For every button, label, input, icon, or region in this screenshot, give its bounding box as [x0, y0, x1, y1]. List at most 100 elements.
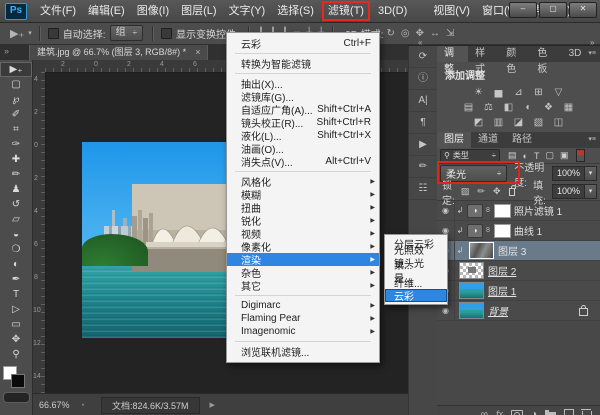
menu-image[interactable]: 图像(I) — [131, 1, 175, 21]
type-tool[interactable]: T — [0, 287, 32, 302]
menu-item-digimarc[interactable]: Digimarc▶ — [227, 299, 379, 312]
vibrance-icon[interactable]: ▽ — [552, 86, 566, 99]
curves-icon[interactable]: ⊿ — [512, 86, 526, 99]
tab-3d[interactable]: 3D — [562, 46, 589, 62]
hand-tool[interactable]: ✥ — [0, 332, 32, 347]
menu-item-other[interactable]: 其它▶ — [227, 279, 379, 292]
auto-select-checkbox[interactable] — [48, 28, 59, 39]
tab-paths[interactable]: 路径 — [505, 132, 539, 148]
layer-name[interactable]: 图层 2 — [488, 263, 516, 278]
3d-orbit-icon[interactable]: ↻ — [383, 28, 397, 39]
tool-presets-panel-icon[interactable]: ☷ — [409, 178, 437, 200]
panel-menu-icon[interactable]: ▾≡ — [588, 46, 600, 62]
layer-row-photo-filter[interactable]: ◉ ↲ ◑ 8 照片滤镜 1 — [437, 201, 600, 221]
auto-select-group-dropdown[interactable]: 组÷ — [110, 25, 143, 41]
layer-row-layer1[interactable]: ◉ 图层 1 — [437, 281, 600, 301]
layer-name[interactable]: 图层 1 — [488, 283, 516, 298]
layer-name[interactable]: 背景 — [488, 303, 508, 318]
path-selection-tool[interactable]: ▷ — [0, 302, 32, 317]
3d-pan-icon[interactable]: ✥ — [413, 28, 427, 39]
menu-item-flaming-pear[interactable]: Flaming Pear▶ — [227, 312, 379, 325]
blur-tool[interactable]: ❍ — [0, 242, 32, 257]
fill-field[interactable]: 100%▾ — [552, 184, 597, 199]
lock-transparent-pixels-icon[interactable]: ▨ — [461, 186, 470, 197]
tab-close-icon[interactable]: × — [195, 45, 200, 60]
menu-view[interactable]: 视图(V) — [427, 1, 476, 21]
color-balance-icon[interactable]: ⚖ — [482, 101, 496, 114]
layer-row-curves[interactable]: ◉ ↲ ◑ 8 曲线 1 — [437, 221, 600, 241]
threshold-icon[interactable]: ◪ — [512, 116, 526, 129]
layer-style-icon[interactable]: fx — [496, 407, 503, 415]
maximize-button[interactable]: ▢ — [539, 2, 567, 18]
3d-slide-icon[interactable]: ↔ — [427, 28, 443, 39]
channel-mixer-icon[interactable]: ❖ — [542, 101, 556, 114]
expand-dock-icon[interactable]: » — [590, 38, 594, 47]
background-color-swatch[interactable] — [11, 374, 25, 388]
layer-name[interactable]: 照片滤镜 1 — [514, 203, 562, 218]
menu-layer[interactable]: 图层(L) — [175, 1, 222, 21]
layer-name[interactable]: 曲线 1 — [514, 223, 542, 238]
menu-item-last-filter[interactable]: 云彩Ctrl+F — [227, 37, 379, 50]
black-white-icon[interactable]: ◧ — [502, 101, 516, 114]
pen-tool[interactable]: ✒ — [0, 272, 32, 287]
menu-item-browse-filters-online[interactable]: 浏览联机滤镜... — [227, 345, 379, 358]
3d-scale-icon[interactable]: ⇲ — [443, 28, 457, 39]
layer-thumbnail-photo[interactable] — [459, 302, 484, 319]
lock-image-pixels-icon[interactable]: ✏ — [477, 186, 485, 197]
history-brush-tool[interactable]: ↺ — [0, 197, 32, 212]
layer-mask-thumbnail[interactable] — [494, 204, 511, 218]
clone-stamp-tool[interactable]: ♟ — [0, 182, 32, 197]
gradient-map-icon[interactable]: ▧ — [532, 116, 546, 129]
menu-3d[interactable]: 3D(D) — [372, 1, 413, 21]
move-tool[interactable]: ▶₊ — [0, 62, 32, 77]
3d-roll-icon[interactable]: ◎ — [398, 28, 413, 39]
menu-file[interactable]: 文件(F) — [34, 1, 82, 21]
eyedropper-tool[interactable]: ✑ — [0, 137, 32, 152]
filter-type-dropdown[interactable]: ⚲类型÷ — [440, 149, 500, 163]
character-panel-icon[interactable]: A| — [409, 90, 437, 112]
submenu-item-clouds[interactable]: 云彩 — [385, 289, 447, 302]
levels-icon[interactable]: ▅ — [492, 86, 506, 99]
add-layer-mask-icon[interactable] — [511, 410, 523, 415]
timeline-panel-icon[interactable]: ▶ — [409, 134, 437, 156]
menu-item-vanishing-point[interactable]: 消失点(V)...Alt+Ctrl+V — [227, 155, 379, 168]
layer-row-background[interactable]: ◉ 背景 — [437, 301, 600, 321]
marquee-tool[interactable]: ▢ — [0, 77, 32, 92]
tab-channels[interactable]: 通道 — [471, 132, 505, 148]
layer-thumbnail-clouds[interactable] — [469, 242, 494, 259]
layer-thumbnail-photo[interactable] — [459, 282, 484, 299]
photo-filter-icon[interactable]: ◐ — [522, 101, 536, 114]
color-lookup-icon[interactable]: ▦ — [562, 101, 576, 114]
minimize-button[interactable]: – — [509, 2, 537, 18]
lock-all-icon[interactable] — [509, 188, 516, 196]
close-button[interactable]: ✕ — [569, 2, 597, 18]
menu-select[interactable]: 选择(S) — [271, 1, 320, 21]
panel-collapse-icon[interactable]: » — [4, 46, 9, 56]
layer-row-layer2[interactable]: ◉ 图层 2 — [437, 261, 600, 281]
info-panel-icon[interactable]: ⓘ — [409, 68, 437, 90]
document-tab[interactable]: 建筑.jpg @ 66.7% (图层 3, RGB/8#) * × — [29, 44, 208, 60]
layer-thumbnail-transparent[interactable] — [459, 262, 484, 279]
visibility-eye-icon[interactable]: ◉ — [437, 201, 455, 220]
shape-tool[interactable]: ▭ — [0, 317, 32, 332]
new-layer-icon[interactable] — [564, 409, 574, 415]
menu-type[interactable]: 文字(Y) — [223, 1, 272, 21]
tool-preset-arrow-icon[interactable]: ▾ — [26, 29, 34, 37]
quick-selection-tool[interactable]: ✐ — [0, 107, 32, 122]
layer-filtering-toggle[interactable] — [576, 149, 585, 162]
lock-position-icon[interactable]: ✥ — [493, 186, 501, 197]
layer-name[interactable]: 图层 3 — [498, 243, 526, 258]
show-transform-checkbox[interactable] — [161, 28, 172, 39]
crop-tool[interactable]: ⌗ — [0, 122, 32, 137]
menu-filter[interactable]: 滤镜(T) — [322, 1, 370, 21]
hue-saturation-icon[interactable]: ▤ — [462, 101, 476, 114]
layer-mask-thumbnail[interactable] — [494, 224, 511, 238]
menu-item-imagenomic[interactable]: Imagenomic▶ — [227, 325, 379, 338]
brightness-contrast-icon[interactable]: ☀ — [472, 86, 486, 99]
layer-row-layer3-selected[interactable]: ◉ ↲ 图层 3 — [437, 241, 600, 261]
zoom-tool[interactable]: ⚲ — [0, 347, 32, 362]
invert-icon[interactable]: ◩ — [472, 116, 486, 129]
menu-edit[interactable]: 编辑(E) — [82, 1, 131, 21]
exposure-icon[interactable]: ⊞ — [532, 86, 546, 99]
tab-styles[interactable]: 样式 — [468, 46, 499, 62]
